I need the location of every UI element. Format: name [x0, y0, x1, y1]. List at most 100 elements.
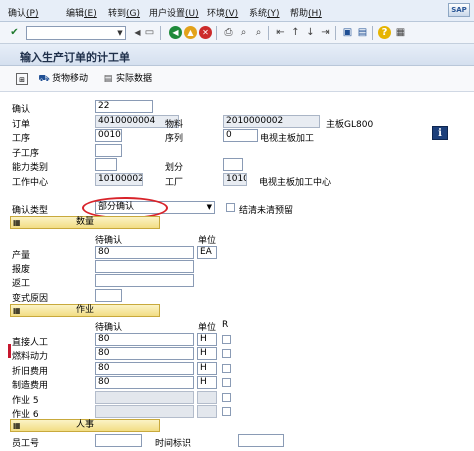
print-icon[interactable]: ⎙: [222, 26, 235, 39]
toolbar-separator: [216, 26, 217, 40]
capacity-category-field[interactable]: [95, 158, 117, 171]
scrap-field[interactable]: [95, 260, 194, 273]
activity-field[interactable]: 80: [95, 376, 194, 389]
customize-layout-icon[interactable]: ▦: [394, 26, 407, 39]
title-bar: 输入生产订单的计工单: [0, 44, 474, 66]
employee-number-label: 员工号: [12, 439, 40, 449]
confirm-type-dropdown[interactable]: 部分确认 ▼: [95, 201, 215, 214]
activities-col-r: R: [222, 320, 229, 330]
activity-label: 折旧费用: [12, 367, 49, 377]
clear-reservation-checkbox[interactable]: [226, 203, 235, 212]
yield-unit-field[interactable]: EA: [197, 246, 217, 259]
operation-description: 电视主板加工: [260, 134, 315, 144]
activity-field: [95, 391, 194, 404]
plant-field: 1010: [223, 173, 247, 186]
actual-data-button[interactable]: ▤ 实际数据: [102, 71, 152, 87]
standard-toolbar: ✔ ▼ ◀ ▭ ◀ ▲ ✕ ⎙ ⌕ ⌕ ⇤ ↑ ↓ ⇥ ▣ ▤ ? ▦: [0, 22, 474, 44]
menu-environment[interactable]: 环境(V): [207, 6, 238, 19]
material-label: 物料: [165, 120, 184, 130]
actual-data-icon: ▤: [103, 73, 113, 84]
variance-reason-label: 变式原因: [12, 294, 49, 304]
activity-no-remaining-checkbox[interactable]: [222, 378, 231, 387]
toolbar-separator: [335, 26, 336, 40]
last-page-icon[interactable]: ⇥: [319, 26, 332, 39]
activity-unit-field[interactable]: H: [197, 333, 217, 346]
menu-goto[interactable]: 转到(G): [108, 6, 140, 19]
next-page-icon[interactable]: ↓: [304, 26, 317, 39]
activity-field[interactable]: 80: [95, 347, 194, 360]
capacity-category-label: 能力类别: [12, 163, 49, 173]
activity-no-remaining-checkbox[interactable]: [222, 335, 231, 344]
sequence-field[interactable]: 0: [223, 129, 258, 142]
menu-confirm[interactable]: 确认(P): [8, 6, 38, 19]
find-next-icon[interactable]: ⌕: [252, 26, 265, 39]
activity-no-remaining-checkbox[interactable]: [222, 407, 231, 416]
check-icon[interactable]: ✔: [8, 26, 21, 39]
previous-page-icon[interactable]: ↑: [289, 26, 302, 39]
back-icon[interactable]: ◀: [169, 26, 182, 39]
focus-marker: [8, 344, 11, 358]
application-toolbar: ⊞ ⛟ 货物移动 ▤ 实际数据: [0, 66, 474, 92]
sap-logo: SAP: [448, 3, 470, 17]
menu-edit[interactable]: 编辑(E): [66, 6, 97, 19]
yield-field[interactable]: 80: [95, 246, 194, 259]
rework-label: 返工: [12, 279, 31, 289]
confirm-field[interactable]: 22: [95, 100, 153, 113]
command-field[interactable]: [26, 26, 126, 40]
time-id-field[interactable]: [238, 434, 284, 447]
activity-field[interactable]: 80: [95, 333, 194, 346]
operation-label: 工序: [12, 134, 31, 144]
header-icon: ⊞: [16, 72, 28, 85]
menu-user-settings[interactable]: 用户设置(U): [149, 6, 199, 19]
confirm-type-label: 确认类型: [12, 206, 49, 216]
menu-system[interactable]: 系统(Y): [249, 6, 280, 19]
order-label: 订单: [12, 120, 31, 130]
suboperation-field[interactable]: [95, 144, 122, 157]
activity-unit-field[interactable]: H: [197, 362, 217, 375]
split-field[interactable]: [223, 158, 243, 171]
operation-field[interactable]: 0010: [95, 129, 122, 142]
clear-reservation-label: 结清未清预留: [239, 206, 294, 216]
material-field: 2010000002: [223, 115, 320, 128]
activity-no-remaining-checkbox[interactable]: [222, 393, 231, 402]
quantity-group-button[interactable]: ▦ 数量: [10, 216, 160, 229]
yield-label: 产量: [12, 251, 31, 261]
first-page-icon[interactable]: ⇤: [274, 26, 287, 39]
save-icon[interactable]: ▭: [143, 26, 156, 39]
exit-icon[interactable]: ▲: [184, 26, 197, 39]
info-icon[interactable]: i: [432, 126, 448, 140]
activity-no-remaining-checkbox[interactable]: [222, 349, 231, 358]
activity-field[interactable]: 80: [95, 362, 194, 375]
workcenter-label: 工作中心: [12, 178, 49, 188]
activity-unit-field: [197, 405, 217, 418]
toolbar-separator: [268, 26, 269, 40]
chevron-down-icon: ▼: [206, 203, 212, 211]
rework-field[interactable]: [95, 274, 194, 287]
suboperation-label: 子工序: [12, 149, 40, 159]
menu-help[interactable]: 帮助(H): [290, 6, 322, 19]
activity-label: 直接人工: [12, 338, 49, 348]
quantity-col-to-confirm: 待确认: [95, 236, 123, 246]
activities-group-button[interactable]: ▦ 作业: [10, 304, 160, 317]
employee-number-field[interactable]: [95, 434, 142, 447]
workcenter-description: 电视主板加工中心: [259, 178, 332, 188]
help-icon[interactable]: ?: [378, 26, 391, 39]
activities-col-unit: 单位: [198, 323, 217, 333]
header-data-button[interactable]: ⊞: [16, 71, 30, 87]
activity-field: [95, 405, 194, 418]
shortcut-icon[interactable]: ▤: [356, 26, 369, 39]
activity-unit-field[interactable]: H: [197, 376, 217, 389]
cancel-icon[interactable]: ✕: [199, 26, 212, 39]
personnel-group-button[interactable]: ▦ 人事: [10, 419, 160, 432]
activity-no-remaining-checkbox[interactable]: [222, 364, 231, 373]
goods-movement-button[interactable]: ⛟ 货物移动: [38, 71, 88, 87]
activity-unit-field[interactable]: H: [197, 347, 217, 360]
split-label: 划分: [165, 163, 184, 173]
variance-reason-field[interactable]: [95, 289, 122, 302]
new-session-icon[interactable]: ▣: [341, 26, 354, 39]
time-id-label: 时间标识: [155, 439, 192, 449]
activity-label: 燃料动力: [12, 352, 49, 362]
chevron-down-icon[interactable]: ▼: [114, 27, 126, 39]
confirm-label: 确认: [12, 105, 31, 115]
find-icon[interactable]: ⌕: [237, 26, 250, 39]
